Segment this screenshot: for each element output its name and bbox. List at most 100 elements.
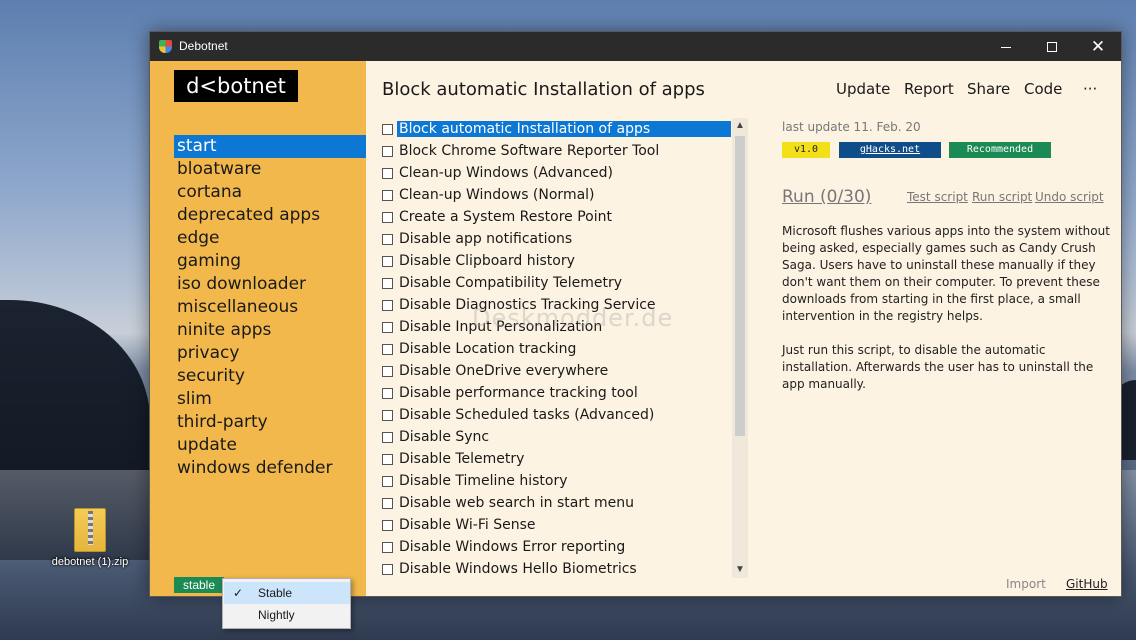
script-checkbox[interactable] [382,343,393,355]
sidebar-item-windows-defender[interactable]: windows defender [174,457,366,480]
script-item[interactable]: Disable Timeline history [382,470,748,492]
sidebar-item-privacy[interactable]: privacy [174,342,366,365]
version-badge: v1.0 [782,142,830,158]
script-list-scrollbar[interactable]: ▲ ▼ [732,118,748,578]
script-label: Disable Windows Hello Biometrics [399,561,637,577]
sidebar-item-security[interactable]: security [174,365,366,388]
script-item[interactable]: Disable performance tracking tool [382,382,748,404]
undo-script-link[interactable]: Undo script [1035,190,1104,204]
script-checkbox[interactable] [382,145,393,157]
script-checkbox[interactable] [382,519,393,531]
script-label: Disable Timeline history [399,473,568,489]
sidebar-item-update[interactable]: update [174,434,366,457]
script-checkbox[interactable] [382,431,393,443]
script-checkbox[interactable] [382,211,393,223]
script-item[interactable]: Disable Sync [382,426,748,448]
script-label: Disable Sync [399,429,490,445]
zip-file-icon [74,508,106,552]
script-checkbox[interactable] [382,409,393,421]
github-link[interactable]: GitHub [1066,577,1108,591]
script-item[interactable]: Block Chrome Software Reporter Tool [382,140,748,162]
script-label: Clean-up Windows (Normal) [399,187,595,203]
sidebar-item-edge[interactable]: edge [174,227,366,250]
nav-report[interactable]: Report [904,80,954,98]
sidebar-item-gaming[interactable]: gaming [174,250,366,273]
script-checkbox[interactable] [382,387,393,399]
page-title: Block automatic Installation of apps [382,79,705,100]
sidebar-item-third-party[interactable]: third-party [174,411,366,434]
desktop-icon-label: debotnet (1).zip [51,556,129,568]
script-checkbox[interactable] [382,475,393,487]
checkmark-icon: ✓ [233,586,244,600]
script-item[interactable]: Disable web search in start menu [382,492,748,514]
script-item[interactable]: Create a System Restore Point [382,206,748,228]
sidebar-item-bloatware[interactable]: bloatware [174,158,366,181]
script-label: Disable OneDrive everywhere [399,363,609,379]
script-item[interactable]: Disable Windows Error reporting [382,536,748,558]
script-label: Disable web search in start menu [399,495,635,511]
sidebar-item-start[interactable]: start [174,135,366,158]
minimize-icon [1001,46,1011,48]
script-item[interactable]: Disable Scheduled tasks (Advanced) [382,404,748,426]
close-button[interactable]: ✕ [1075,32,1121,61]
script-checkbox[interactable] [382,123,393,135]
sidebar: d<botnet start bloatware cortana deprecated… [150,61,366,596]
sidebar-item-iso-downloader[interactable]: iso downloader [174,273,366,296]
scroll-up-icon[interactable]: ▲ [732,118,748,134]
script-label: Disable Windows Error reporting [399,539,626,555]
script-checkbox[interactable] [382,233,393,245]
more-icon[interactable]: ··· [1083,80,1097,98]
script-checkbox[interactable] [382,453,393,465]
script-label: Block automatic Installation of apps [397,121,731,137]
script-item[interactable]: Disable OneDrive everywhere [382,360,748,382]
script-checkbox[interactable] [382,299,393,311]
maximize-button[interactable] [1029,32,1075,61]
script-label: Disable app notifications [399,231,573,247]
script-checkbox[interactable] [382,189,393,201]
nav-update[interactable]: Update [836,80,890,98]
script-checkbox[interactable] [382,497,393,509]
menu-item-nightly[interactable]: Nightly [224,604,350,626]
script-item[interactable]: Disable Windows Hello Biometrics [382,558,748,580]
nav-code[interactable]: Code [1024,80,1062,98]
nav-share[interactable]: Share [967,80,1010,98]
script-item[interactable]: Disable Clipboard history [382,250,748,272]
scroll-down-icon[interactable]: ▼ [732,562,748,578]
script-item[interactable]: Disable Location tracking [382,338,748,360]
desktop-icon-zip[interactable]: debotnet (1).zip [40,504,140,576]
run-count-link[interactable]: Run (0/30) [782,187,871,207]
app-logo: d<botnet [174,70,298,102]
sidebar-item-slim[interactable]: slim [174,388,366,411]
test-script-link[interactable]: Test script [907,190,968,204]
script-checkbox[interactable] [382,255,393,267]
script-item[interactable]: Disable Wi-Fi Sense [382,514,748,536]
script-item[interactable]: Disable app notifications [382,228,748,250]
minimize-button[interactable] [983,32,1029,61]
script-checkbox[interactable] [382,321,393,333]
script-checkbox[interactable] [382,541,393,553]
script-label: Disable Location tracking [399,341,577,357]
script-checkbox[interactable] [382,167,393,179]
run-script-link[interactable]: Run script [972,190,1032,204]
script-item[interactable]: Clean-up Windows (Advanced) [382,162,748,184]
script-item[interactable]: Disable Telemetry [382,448,748,470]
script-checkbox[interactable] [382,563,393,575]
sidebar-item-cortana[interactable]: cortana [174,181,366,204]
script-label: Disable Scheduled tasks (Advanced) [399,407,655,423]
source-link[interactable]: gHacks.net [839,142,941,158]
menu-item-stable[interactable]: ✓ Stable [224,582,350,604]
channel-button[interactable]: stable [174,577,224,593]
script-checkbox[interactable] [382,365,393,377]
scroll-thumb[interactable] [735,136,745,436]
sidebar-item-deprecated-apps[interactable]: deprecated apps [174,204,366,227]
script-item[interactable]: Block automatic Installation of apps [382,118,748,140]
title-bar[interactable]: Debotnet ✕ [150,32,1121,61]
import-link[interactable]: Import [1006,577,1046,591]
script-item[interactable]: Disable Compatibility Telemetry [382,272,748,294]
sidebar-item-miscellaneous[interactable]: miscellaneous [174,296,366,319]
script-checkbox[interactable] [382,277,393,289]
script-item[interactable]: Clean-up Windows (Normal) [382,184,748,206]
watermark: Deskmodder.de [472,304,674,332]
last-update: last update 11. Feb. 20 [782,120,921,134]
sidebar-item-ninite-apps[interactable]: ninite apps [174,319,366,342]
